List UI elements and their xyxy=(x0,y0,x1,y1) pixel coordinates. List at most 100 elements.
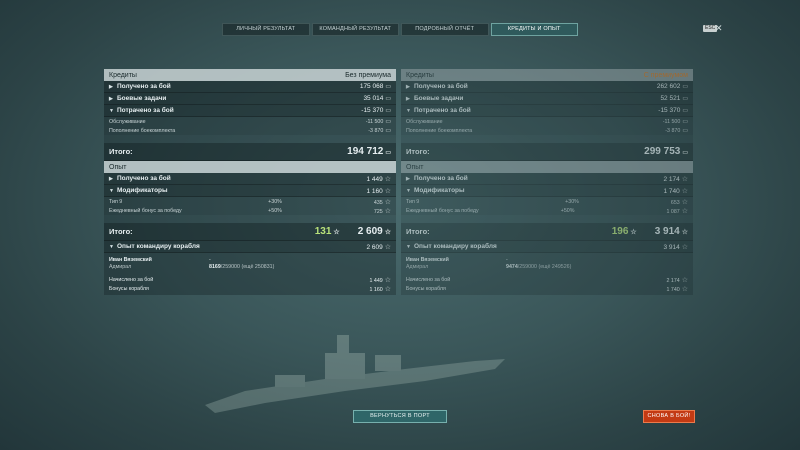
free-xp-value: 131 xyxy=(314,226,332,237)
row-label: Получено за бой xyxy=(414,175,468,182)
row-label: Получено за бой xyxy=(117,175,171,182)
credit-icon: ▭ xyxy=(682,84,688,90)
tab-team-result[interactable]: КОМАНДНЫЙ РЕЗУЛЬТАТ xyxy=(311,23,399,36)
sub-value: -3 870 xyxy=(665,128,681,134)
close-icon[interactable]: ✕ xyxy=(715,23,723,33)
credits-earned-row[interactable]: ▶ Получено за бой 262 602 ▭ xyxy=(401,81,693,93)
xp-modifiers-row[interactable]: ▼ Модификаторы 1 740 ☆ xyxy=(401,185,693,197)
xp-modifiers-row[interactable]: ▼ Модификаторы 1 160 ☆ xyxy=(104,185,396,197)
commander-details: Иван Вяземский Адмирал - 8169/259000 (ещ… xyxy=(104,253,396,295)
credit-icon: ▭ xyxy=(385,96,391,102)
credit-icon: ▭ xyxy=(385,108,391,114)
service-row: Обслуживание -11 500 ▭ xyxy=(104,117,396,126)
collapse-arrow-icon: ▼ xyxy=(406,187,411,194)
total-value: 299 753 xyxy=(644,146,681,157)
xp-star-icon: ☆ xyxy=(384,198,391,206)
xp-star-icon: ☆ xyxy=(384,285,391,293)
credits-mode: Без премиума xyxy=(345,71,391,79)
total-label: Итого: xyxy=(109,227,133,236)
row-value: 3 914 xyxy=(663,243,680,251)
sub-value: 1 449 xyxy=(369,277,383,284)
xp-total-row: Итого: 196 ☆ 3 914 ☆ xyxy=(401,223,693,241)
commander-bonus-row: Бонусы корабля 1 740 ☆ xyxy=(406,284,688,293)
total-value: 3 914 xyxy=(654,226,680,237)
commander-dash: - xyxy=(209,257,211,263)
results-without-premium: Кредиты Без премиума ▶ Получено за бой 17… xyxy=(104,69,396,295)
sub-percent: +30% xyxy=(565,198,579,205)
credits-earned-row[interactable]: ▶ Получено за бой 175 068 ▭ xyxy=(104,81,396,93)
credit-icon: ▭ xyxy=(385,119,391,125)
row-value: 2 609 xyxy=(366,243,383,251)
credit-icon: ▭ xyxy=(682,108,688,114)
row-value: 2 174 xyxy=(663,175,680,183)
commander-xp: 8169 xyxy=(209,264,221,270)
credit-icon: ▭ xyxy=(682,128,688,134)
ammo-row: Пополнение боекомплекта -3 870 ▭ xyxy=(401,126,693,135)
expand-arrow-icon: ▶ xyxy=(406,175,410,182)
row-value: -15 370 xyxy=(658,107,681,114)
tab-personal-result[interactable]: ЛИЧНЫЙ РЕЗУЛЬТАТ xyxy=(222,23,310,36)
credits-spent-row[interactable]: ▼ Потрачено за бой -15 370 ▭ xyxy=(401,105,693,117)
credit-icon: ▭ xyxy=(385,84,391,90)
sub-value: -11 500 xyxy=(365,119,384,125)
xp-star-icon: ☆ xyxy=(681,285,688,293)
xp-star-icon: ☆ xyxy=(681,207,688,215)
total-label: Итого: xyxy=(109,147,133,156)
sub-label: Ежедневный бонус за победу xyxy=(109,207,182,214)
commander-details: Иван Вяземский Адмирал - 9474/259000 (ещ… xyxy=(401,253,693,295)
commander-battle-row: Начислено за бой 2 174 ☆ xyxy=(406,275,688,284)
row-value: 1 740 xyxy=(663,187,680,195)
daily-bonus-row: Ежедневный бонус за победу +50% 725 ☆ xyxy=(104,206,396,215)
row-label: Опыт командиру корабля xyxy=(414,243,497,250)
row-label: Модификаторы xyxy=(414,187,465,194)
commander-name: Иван Вяземский xyxy=(406,257,449,263)
credit-icon: ▭ xyxy=(385,150,391,156)
return-to-port-button[interactable]: ВЕРНУТЬСЯ В ПОРТ xyxy=(353,410,447,423)
credits-title: Кредиты xyxy=(406,71,434,79)
credit-icon: ▭ xyxy=(682,150,688,156)
row-label: Боевые задачи xyxy=(414,95,464,102)
xp-earned-row[interactable]: ▶ Получено за бой 2 174 ☆ xyxy=(401,173,693,185)
credits-title: Кредиты xyxy=(109,71,137,79)
tier-modifier-row: Тип 9 +30% 435 ☆ xyxy=(104,197,396,206)
xp-star-icon: ☆ xyxy=(384,175,391,183)
row-value: 262 602 xyxy=(656,83,681,90)
row-label: Опыт командиру корабля xyxy=(117,243,200,250)
sub-label: Тип 9 xyxy=(109,198,123,205)
credits-tasks-row[interactable]: ▶ Боевые задачи 52 521 ▭ xyxy=(401,93,693,105)
credits-mode: С премиумом xyxy=(643,71,688,79)
sub-value: 1 160 xyxy=(369,286,383,293)
sub-value: 435 xyxy=(373,199,383,206)
free-xp-star-icon: ☆ xyxy=(333,229,340,236)
sub-label: Начислено за бой xyxy=(109,276,154,283)
row-value: 1 160 xyxy=(366,187,383,195)
total-label: Итого: xyxy=(406,227,430,236)
commander-battle-row: Начислено за бой 1 449 ☆ xyxy=(109,275,391,284)
row-value: 35 014 xyxy=(363,95,384,102)
expand-arrow-icon: ▶ xyxy=(406,83,410,90)
commander-xp-row[interactable]: ▼ Опыт командиру корабля 3 914 ☆ xyxy=(401,241,693,253)
credit-icon: ▭ xyxy=(682,119,688,125)
credits-header: Кредиты Без премиума xyxy=(104,69,396,81)
sub-value: -3 870 xyxy=(368,128,384,134)
sub-percent: +30% xyxy=(268,198,282,205)
ship-silhouette xyxy=(205,335,505,413)
credit-icon: ▭ xyxy=(385,128,391,134)
collapse-arrow-icon: ▼ xyxy=(109,243,114,250)
xp-total-row: Итого: 131 ☆ 2 609 ☆ xyxy=(104,223,396,241)
row-label: Модификаторы xyxy=(117,187,168,194)
tab-credits-xp[interactable]: КРЕДИТЫ И ОПЫТ xyxy=(490,23,578,36)
commander-xp-row[interactable]: ▼ Опыт командиру корабля 2 609 ☆ xyxy=(104,241,396,253)
xp-star-icon: ☆ xyxy=(384,207,391,215)
xp-earned-row[interactable]: ▶ Получено за бой 1 449 ☆ xyxy=(104,173,396,185)
commander-rank: Адмирал xyxy=(109,264,132,270)
battle-again-button[interactable]: СНОВА В БОЙ! xyxy=(643,410,695,423)
credits-tasks-row[interactable]: ▶ Боевые задачи 35 014 ▭ xyxy=(104,93,396,105)
total-label: Итого: xyxy=(406,147,430,156)
commander-xp-left: (ещё 249526) xyxy=(538,264,572,270)
credits-spent-row[interactable]: ▼ Потрачено за бой -15 370 ▭ xyxy=(104,105,396,117)
sub-label: Бонусы корабля xyxy=(109,285,149,292)
xp-star-icon: ☆ xyxy=(384,229,391,236)
tab-detailed-report[interactable]: ПОДРОБНЫЙ ОТЧЁТ xyxy=(401,23,489,36)
sub-value: 653 xyxy=(670,199,680,206)
